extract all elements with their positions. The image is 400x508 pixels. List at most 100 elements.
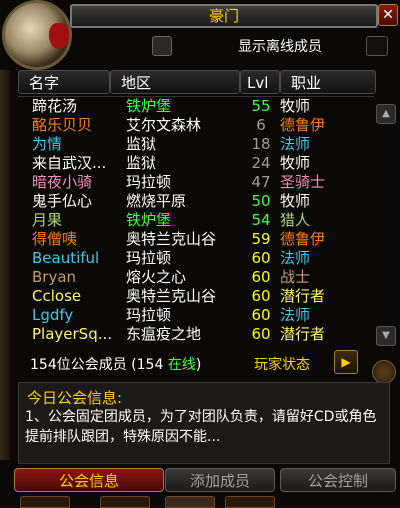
member-class: 战士 [280, 268, 311, 286]
guild-message-of-the-day: 今日公会信息: 1、公会固定团成员，为了对团队负责，请留好CD或角色提前排队跟团… [18, 382, 390, 464]
member-zone: 铁炉堡 [126, 211, 172, 229]
member-level: 24 [251, 154, 271, 172]
motd-title: 今日公会信息: [27, 389, 123, 407]
wax-seal-icon [49, 23, 69, 49]
member-zone: 铁炉堡 [126, 97, 172, 115]
scroll-up-icon[interactable]: ▲ [376, 104, 396, 124]
member-level: 55 [251, 97, 271, 115]
member-class: 法师 [280, 249, 311, 267]
header-class[interactable]: 职业 [280, 70, 376, 94]
member-row[interactable]: 暗夜小骑 玛拉顿 47 圣骑士 [18, 173, 374, 192]
guild-scroll-icon [2, 0, 72, 70]
header-name[interactable]: 名字 [18, 70, 110, 94]
player-status-label: 玩家状态 [254, 357, 310, 373]
member-name: 为情 [32, 135, 63, 153]
member-name: 月果 [32, 211, 63, 229]
close-button[interactable]: ✕ [378, 4, 398, 26]
member-name: 蹄花汤 [32, 97, 78, 115]
add-member-button[interactable]: 添加成员 [165, 468, 275, 492]
member-level: 60 [251, 287, 271, 305]
member-row[interactable]: 月果 铁炉堡 54 猎人 [18, 211, 374, 230]
member-zone: 监狱 [126, 154, 157, 172]
member-zone: 熔火之心 [126, 268, 187, 286]
member-name: 得僧咦 [32, 230, 78, 248]
member-row[interactable]: 鬼手仏心 燃烧平原 50 牧师 [18, 192, 374, 211]
member-level: 54 [251, 211, 271, 229]
guild-control-button[interactable]: 公会控制 [280, 468, 396, 492]
member-class: 牧师 [280, 97, 311, 115]
member-row[interactable]: PlayerSq... 东瘟疫之地 60 潜行者 [18, 325, 374, 344]
bottom-tab-3[interactable] [165, 496, 215, 508]
member-name: 来自武汉... [32, 154, 107, 172]
member-level: 6 [256, 116, 266, 134]
motd-text[interactable]: 1、公会固定团成员，为了对团队负责，请留好CD或角色提前排队跟团，特殊原因不能.… [25, 407, 385, 447]
member-class: 法师 [280, 306, 311, 324]
member-row[interactable]: Bryan 熔火之心 60 战士 [18, 268, 374, 287]
member-name: PlayerSq... [32, 325, 113, 343]
member-zone: 东瘟疫之地 [126, 325, 202, 343]
member-row[interactable]: 蹄花汤 铁炉堡 55 牧师 [18, 97, 374, 116]
member-name: 暗夜小骑 [32, 173, 93, 191]
member-name: Lgdfy [32, 306, 74, 324]
member-zone: 玛拉顿 [126, 173, 172, 191]
member-row[interactable]: 酩乐贝贝 艾尔文森林 6 德鲁伊 [18, 116, 374, 135]
member-class: 潜行者 [280, 287, 326, 305]
online-label: 在线 [167, 357, 196, 373]
show-offline-row: 显示离线成员 [150, 34, 390, 58]
member-name: 鬼手仏心 [32, 192, 93, 210]
member-level: 50 [251, 192, 271, 210]
window-title: 豪门 [208, 7, 239, 25]
member-class: 德鲁伊 [280, 116, 326, 134]
bottom-tab-4[interactable] [225, 496, 275, 508]
member-count-summary: 154位公会成员 (154 在线) [30, 354, 201, 374]
member-name: Beautiful [32, 249, 100, 267]
member-class: 猎人 [280, 211, 311, 229]
member-row[interactable]: Lgdfy 玛拉顿 60 法师 [18, 306, 374, 325]
member-zone: 燃烧平原 [126, 192, 187, 210]
window-left-border [0, 70, 10, 460]
member-name: 酩乐贝贝 [32, 116, 93, 134]
member-zone: 奥特兰克山谷 [126, 230, 217, 248]
member-class: 牧师 [280, 154, 311, 172]
member-row[interactable]: 得僧咦 奥特兰克山谷 59 德鲁伊 [18, 230, 374, 249]
member-level: 60 [251, 325, 271, 343]
member-count-text: 154位公会成员 (154 [30, 357, 168, 373]
close-paren: ) [195, 357, 202, 373]
member-zone: 艾尔文森林 [126, 116, 202, 134]
member-class: 圣骑士 [280, 173, 326, 191]
guild-info-button[interactable]: 公会信息 [14, 468, 164, 492]
member-zone: 监狱 [126, 135, 157, 153]
member-level: 60 [251, 268, 271, 286]
member-name: Cclose [32, 287, 82, 305]
member-row[interactable]: 为情 监狱 18 法师 [18, 135, 374, 154]
offline-indicator-icon [152, 36, 172, 56]
member-class: 法师 [280, 135, 311, 153]
player-status-toggle-button[interactable]: ▶ [334, 350, 358, 374]
member-level: 18 [251, 135, 271, 153]
member-row[interactable]: 来自武汉... 监狱 24 牧师 [18, 154, 374, 173]
member-class: 德鲁伊 [280, 230, 326, 248]
member-level: 59 [251, 230, 271, 248]
member-list-scrollbar[interactable]: ▲ ▼ [376, 100, 396, 346]
bottom-tab-2[interactable] [100, 496, 150, 508]
show-offline-checkbox[interactable] [366, 36, 388, 56]
member-zone: 奥特兰克山谷 [126, 287, 217, 305]
member-name: Bryan [32, 268, 77, 286]
member-row[interactable]: Beautiful 玛拉顿 60 法师 [18, 249, 374, 268]
guild-window: 豪门 ✕ 显示离线成员 名字 地区 Lvl 职业 蹄花汤 铁炉堡 55 牧师 酩乐贝贝艾… [0, 0, 400, 508]
show-offline-label: 显示离线成员 [238, 39, 322, 55]
header-level[interactable]: Lvl [240, 70, 280, 94]
member-level: 60 [251, 249, 271, 267]
member-level: 47 [251, 173, 271, 191]
member-level: 60 [251, 306, 271, 324]
column-headers: 名字 地区 Lvl 职业 [18, 70, 378, 96]
member-class: 牧师 [280, 192, 311, 210]
header-zone[interactable]: 地区 [110, 70, 240, 94]
member-class: 潜行者 [280, 325, 326, 343]
scroll-down-icon[interactable]: ▼ [376, 326, 396, 346]
bottom-tab-1[interactable] [20, 496, 70, 508]
member-zone: 玛拉顿 [126, 306, 172, 324]
member-row[interactable]: Cclose 奥特兰克山谷 60 潜行者 [18, 287, 374, 306]
member-zone: 玛拉顿 [126, 249, 172, 267]
side-gear-icon[interactable] [372, 360, 396, 384]
